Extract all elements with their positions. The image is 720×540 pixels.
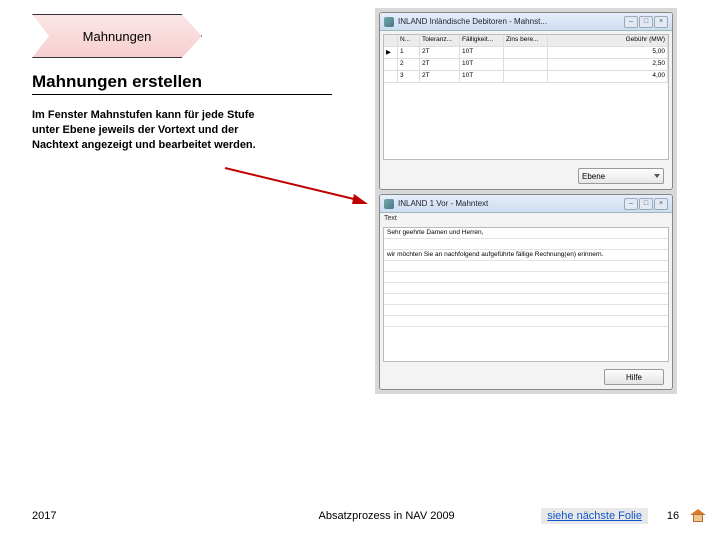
window-mahnstufen: INLAND Inländische Debitoren - Mahnst...… (379, 12, 673, 190)
text-line[interactable] (384, 261, 668, 272)
window-mahntext: INLAND 1 Vor - Mahntext – □ × Text Sehr … (379, 194, 673, 390)
home-icon[interactable] (690, 509, 706, 523)
text-line[interactable] (384, 283, 668, 294)
table-row[interactable]: 2 2T 10T 2,50 (384, 59, 668, 71)
text-line[interactable] (384, 272, 668, 283)
table-row[interactable]: ▶ 1 2T 10T 5,00 (384, 47, 668, 59)
screenshot-panel: INLAND Inländische Debitoren - Mahnst...… (375, 8, 677, 394)
ebene-dropdown[interactable]: Ebene (578, 168, 664, 184)
col-gebuehr[interactable]: Gebühr (MW) (548, 35, 668, 46)
page-title: Mahnungen erstellen (32, 72, 332, 95)
grid-empty (384, 83, 668, 159)
next-slide-label: siehe nächste Folie (547, 510, 642, 522)
ebene-label: Ebene (582, 172, 605, 181)
app-icon (384, 17, 394, 27)
text-line[interactable] (384, 239, 668, 250)
window-footer: Ebene (380, 163, 672, 189)
close-button[interactable]: × (654, 16, 668, 28)
text-line[interactable] (384, 294, 668, 305)
col-toleranz[interactable]: Toleranz... (420, 35, 460, 46)
pointer-arrow (220, 160, 370, 210)
window-title: INLAND 1 Vor - Mahntext (398, 199, 620, 208)
maximize-button[interactable]: □ (639, 16, 653, 28)
table-row[interactable]: 3 2T 10T 4,00 (384, 71, 668, 83)
close-button[interactable]: × (654, 198, 668, 210)
window-footer: Hilfe (380, 365, 672, 389)
titlebar: INLAND 1 Vor - Mahntext – □ × (380, 195, 672, 213)
hilfe-button[interactable]: Hilfe (604, 369, 664, 385)
footer-title: Absatzprozess in NAV 2009 (232, 510, 541, 522)
minimize-button[interactable]: – (624, 198, 638, 210)
chevron-down-icon (654, 174, 660, 178)
col-nr[interactable]: N... (398, 35, 420, 46)
col-faelligkeit[interactable]: Fälligkeit... (460, 35, 504, 46)
slide-footer: 2017 Absatzprozess in NAV 2009 siehe näc… (0, 508, 720, 524)
col-marker (384, 35, 398, 46)
text-line[interactable] (384, 316, 668, 327)
text-line[interactable]: wir möchten Sie an nachfolgend aufgeführ… (384, 250, 668, 261)
grid-header: N... Toleranz... Fälligkeit... Zins bere… (384, 35, 668, 47)
field-label-text: Text (380, 213, 672, 224)
app-icon (384, 199, 394, 209)
minimize-button[interactable]: – (624, 16, 638, 28)
col-zins[interactable]: Zins bere... (504, 35, 548, 46)
text-grid[interactable]: Sehr geehrte Damen und Herren, wir möcht… (383, 227, 669, 362)
chevron-tab: Mahnungen (32, 14, 202, 58)
window-title: INLAND Inländische Debitoren - Mahnst... (398, 17, 620, 26)
text-line[interactable]: Sehr geehrte Damen und Herren, (384, 228, 668, 239)
footer-year: 2017 (32, 510, 232, 522)
grid: N... Toleranz... Fälligkeit... Zins bere… (383, 34, 669, 160)
chevron-label: Mahnungen (83, 29, 152, 44)
body-paragraph: Im Fenster Mahnstufen kann für jede Stuf… (32, 108, 262, 153)
page-number: 16 (656, 510, 690, 522)
next-slide-link[interactable]: siehe nächste Folie (541, 508, 648, 524)
titlebar: INLAND Inländische Debitoren - Mahnst...… (380, 13, 672, 31)
text-line[interactable] (384, 305, 668, 316)
maximize-button[interactable]: □ (639, 198, 653, 210)
